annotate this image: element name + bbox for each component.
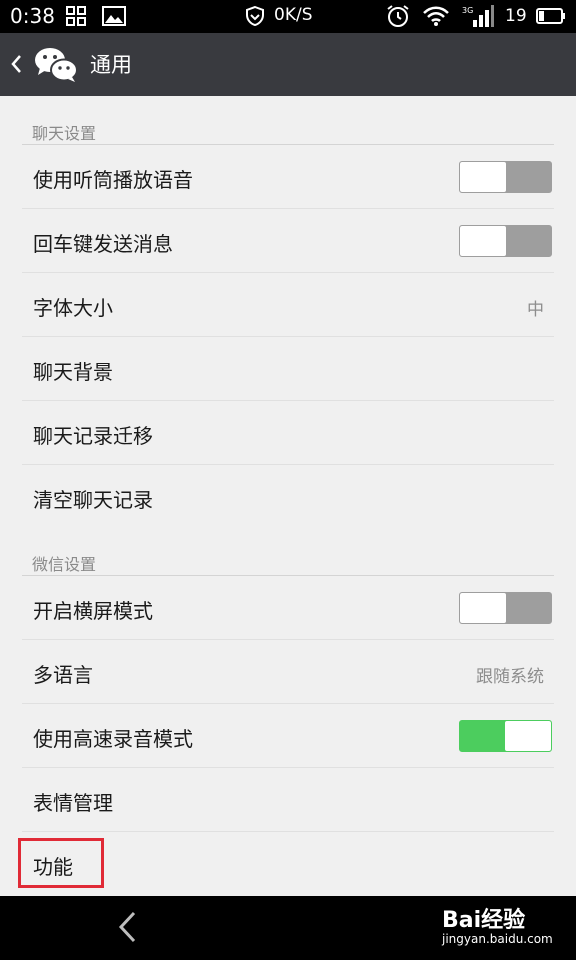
battery-level: 19: [505, 6, 527, 26]
toggle-enter-send[interactable]: [459, 225, 552, 257]
toggle-earpiece-voice[interactable]: [459, 161, 552, 193]
row-earpiece-voice[interactable]: 使用听筒播放语音: [0, 145, 576, 209]
shield-icon: [246, 6, 264, 26]
net-speed: 0K/S: [274, 5, 313, 25]
row-clear-chat-history[interactable]: 清空聊天记录: [0, 465, 576, 529]
row-label: 开启横屏模式: [33, 599, 153, 623]
row-high-speed-recording[interactable]: 使用高速录音模式: [0, 704, 576, 768]
row-enter-send[interactable]: 回车键发送消息: [0, 209, 576, 273]
wechat-logo-icon: [35, 48, 78, 82]
row-label: 字体大小: [33, 296, 113, 320]
picture-icon: [102, 6, 126, 26]
status-bar: 0:38 0K/S 3G 19: [0, 0, 576, 33]
row-label: 使用高速录音模式: [33, 727, 193, 751]
alarm-icon: [387, 5, 409, 27]
battery-icon: [536, 8, 565, 24]
svg-text:3G: 3G: [462, 6, 473, 15]
highlight-box: [18, 838, 104, 888]
row-label: 清空聊天记录: [33, 488, 153, 512]
page-title: 通用: [90, 53, 132, 77]
wifi-icon: [423, 6, 449, 26]
toggle-high-speed-recording[interactable]: [459, 720, 552, 752]
row-label: 聊天背景: [33, 360, 113, 384]
row-emoji-management[interactable]: 表情管理: [0, 768, 576, 832]
nav-back-icon[interactable]: [116, 910, 138, 944]
toggle-knob: [460, 162, 506, 192]
row-language[interactable]: 多语言 跟随系统: [0, 640, 576, 704]
toggle-knob: [460, 593, 506, 623]
watermark-text: Bai经验: [442, 908, 526, 933]
row-label: 回车键发送消息: [33, 232, 173, 256]
toggle-knob: [505, 721, 551, 751]
row-landscape-mode[interactable]: 开启横屏模式: [0, 576, 576, 640]
row-chat-migration[interactable]: 聊天记录迁移: [0, 401, 576, 465]
grid-icon: [66, 6, 86, 26]
back-arrow-icon[interactable]: [10, 53, 22, 75]
toggle-landscape-mode[interactable]: [459, 592, 552, 624]
row-label: 多语言: [33, 663, 93, 687]
watermark-url: jingyan.baidu.com: [442, 932, 553, 946]
title-bar: 通用: [0, 33, 576, 96]
font-size-value: 中: [527, 300, 544, 320]
section-header-wechat: 微信设置: [32, 555, 97, 574]
nav-bar: Bai经验 jingyan.baidu.com: [0, 896, 576, 960]
watermark-logo: Bai经验: [442, 902, 525, 934]
toggle-knob: [460, 226, 506, 256]
section-header-chat: 聊天设置: [32, 124, 97, 143]
status-time: 0:38: [10, 4, 55, 28]
settings-list: 聊天设置 使用听筒播放语音 回车键发送消息 字体大小 中 聊天背景 聊天记录迁移…: [0, 96, 576, 896]
row-label: 聊天记录迁移: [33, 424, 153, 448]
row-font-size[interactable]: 字体大小 中: [0, 273, 576, 337]
signal-3g-icon: 3G: [462, 5, 494, 27]
row-chat-background[interactable]: 聊天背景: [0, 337, 576, 401]
language-value: 跟随系统: [476, 667, 544, 687]
row-label: 使用听筒播放语音: [33, 168, 193, 192]
row-label: 表情管理: [33, 791, 113, 815]
